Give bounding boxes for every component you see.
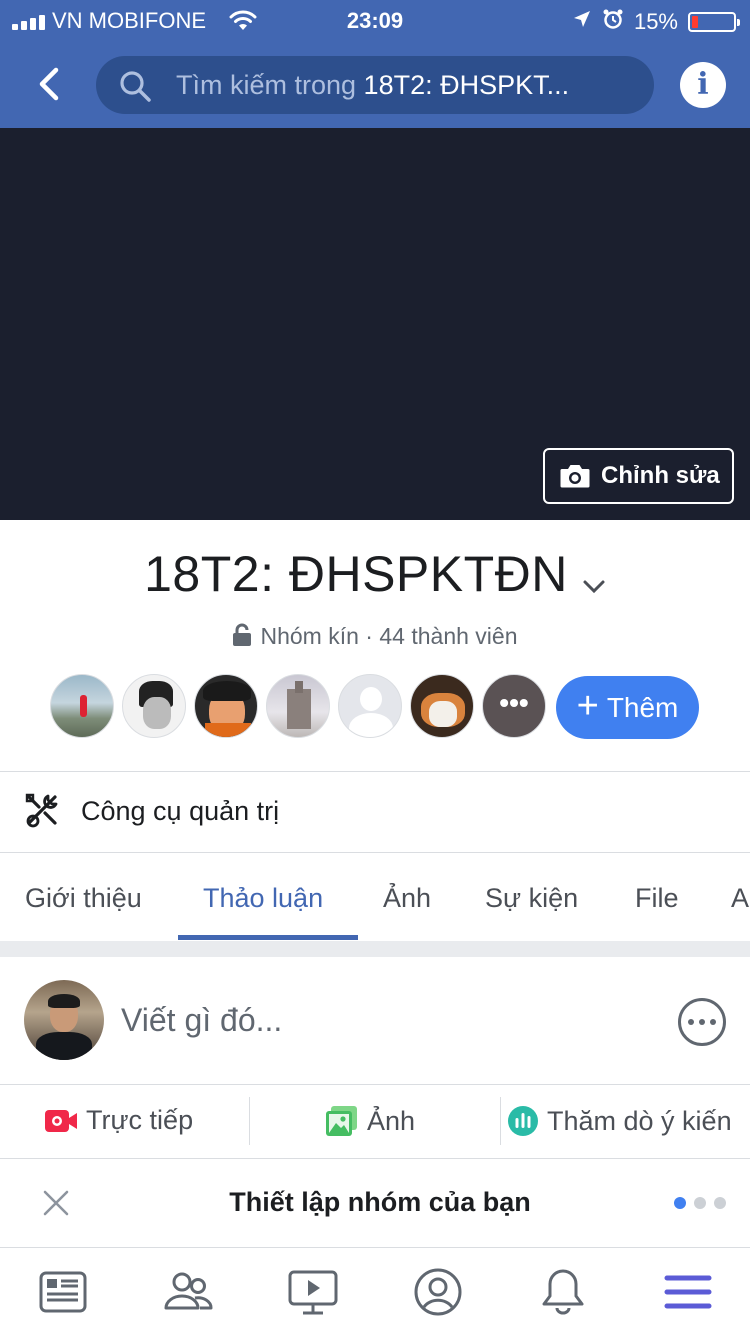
chevron-down-icon xyxy=(582,549,606,607)
tab-discussion[interactable]: Thảo luận xyxy=(203,883,323,914)
avatar[interactable] xyxy=(410,674,474,738)
status-right: 15% xyxy=(572,8,740,36)
member-avatars[interactable]: ••• xyxy=(50,674,546,738)
plus-icon: + xyxy=(576,684,599,727)
more-icon: ••• xyxy=(499,687,529,718)
info-icon: i xyxy=(697,67,709,102)
admin-tools-label: Công cụ quản trị xyxy=(81,796,280,826)
composer-placeholder[interactable]: Viết gì đó... xyxy=(121,1002,282,1039)
alarm-icon xyxy=(602,8,624,36)
tab-events[interactable]: Sự kiện xyxy=(485,883,578,914)
live-video-label: Trực tiếp xyxy=(86,1105,194,1135)
watch-icon[interactable] xyxy=(287,1266,339,1318)
group-name[interactable]: 18T2: ĐHSPKTĐN xyxy=(0,545,750,607)
bottom-navigation xyxy=(0,1247,750,1334)
group-meta: Nhóm kín · 44 thành viên xyxy=(0,623,750,653)
setup-group-title: Thiết lập nhóm của bạn xyxy=(229,1187,531,1217)
photo-label: Ảnh xyxy=(367,1105,416,1136)
notifications-icon[interactable] xyxy=(537,1266,589,1318)
poll-label: Thăm dò ý kiến xyxy=(547,1105,732,1136)
member-count: 44 thành viên xyxy=(379,623,518,649)
group-search-input[interactable]: Tìm kiếm trong 18T2: ĐHSPKT... xyxy=(96,56,654,114)
avatar[interactable] xyxy=(50,674,114,738)
camera-icon xyxy=(560,465,590,488)
divider xyxy=(500,1097,501,1145)
add-members-button[interactable]: + Thêm xyxy=(556,676,699,739)
status-bar: VN MOBIFONE 23:09 15% xyxy=(0,0,750,42)
section-gap xyxy=(0,941,750,957)
back-arrow-icon xyxy=(39,67,59,101)
poll-icon xyxy=(508,1106,538,1136)
avatar[interactable] xyxy=(338,674,402,738)
news-feed-icon[interactable] xyxy=(37,1266,89,1318)
photo-button[interactable]: Ảnh xyxy=(325,1105,415,1137)
post-composer[interactable]: Viết gì đó... xyxy=(0,957,750,1085)
privacy-label: Nhóm kín xyxy=(260,623,359,649)
tab-about[interactable]: Giới thiệu xyxy=(25,883,142,914)
carousel-pager xyxy=(674,1197,726,1209)
group-name-text: 18T2: ĐHSPKTĐN xyxy=(144,546,568,602)
group-info-button[interactable]: i xyxy=(680,62,726,108)
edit-cover-label: Chỉnh sửa xyxy=(601,462,720,489)
active-tab-indicator xyxy=(178,935,358,940)
search-icon xyxy=(118,69,152,108)
battery-icon xyxy=(688,12,740,32)
add-members-label: Thêm xyxy=(606,691,679,723)
admin-tools-icon xyxy=(24,792,60,835)
avatar[interactable] xyxy=(266,674,330,738)
live-video-button[interactable]: Trực tiếp xyxy=(44,1105,193,1136)
profile-icon[interactable] xyxy=(412,1266,464,1318)
avatar[interactable] xyxy=(194,674,258,738)
more-members-button[interactable]: ••• xyxy=(482,674,546,738)
tab-photos[interactable]: Ảnh xyxy=(383,883,431,914)
tab-more[interactable]: A xyxy=(731,883,749,914)
composer-actions: Trực tiếp Ảnh Thăm dò ý kiến xyxy=(0,1085,750,1159)
photo-icon xyxy=(326,1106,357,1136)
setup-group-banner[interactable]: Thiết lập nhóm của bạn xyxy=(0,1159,750,1247)
divider xyxy=(249,1097,250,1145)
admin-tools-row[interactable]: Công cụ quản trị xyxy=(0,772,750,852)
edit-cover-button[interactable]: Chỉnh sửa xyxy=(543,448,734,504)
back-button[interactable] xyxy=(30,64,70,104)
composer-options-button[interactable] xyxy=(678,998,726,1046)
tab-files[interactable]: File xyxy=(635,883,679,914)
lock-icon xyxy=(232,623,252,653)
top-bar: VN MOBIFONE 23:09 15% Tìm kiếm trong 18T… xyxy=(0,0,750,128)
menu-icon[interactable] xyxy=(662,1266,714,1318)
poll-button[interactable]: Thăm dò ý kiến xyxy=(507,1105,732,1137)
avatar[interactable] xyxy=(122,674,186,738)
group-tabs: Giới thiệu Thảo luận Ảnh Sự kiện File A xyxy=(0,853,750,941)
search-placeholder: Tìm kiếm trong 18T2: ĐHSPKT... xyxy=(176,70,570,100)
live-video-icon xyxy=(45,1109,77,1132)
location-icon xyxy=(572,9,592,35)
groups-icon[interactable] xyxy=(162,1266,214,1318)
avatar[interactable] xyxy=(24,980,104,1060)
battery-percent: 15% xyxy=(633,9,678,34)
